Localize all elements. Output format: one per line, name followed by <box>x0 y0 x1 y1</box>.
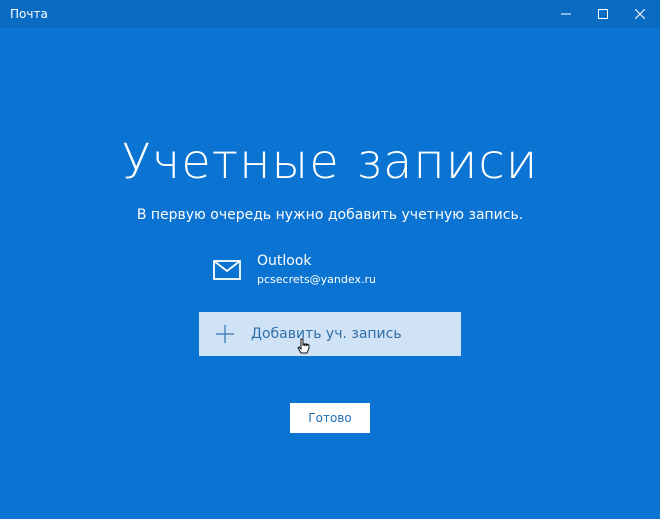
close-icon <box>635 9 645 19</box>
add-account-label: Добавить уч. запись <box>251 326 402 342</box>
minimize-button[interactable] <box>547 0 585 28</box>
plus-icon <box>216 325 234 343</box>
page-title: Учетные записи <box>121 134 539 190</box>
maximize-button[interactable] <box>584 0 622 28</box>
maximize-icon <box>598 9 608 19</box>
account-item-outlook[interactable]: Outlook pcsecrets@yandex.ru <box>213 252 458 294</box>
window-title: Почта <box>10 7 48 21</box>
hand-cursor-icon <box>297 338 310 354</box>
account-email: pcsecrets@yandex.ru <box>257 273 376 286</box>
instruction-text: В первую очередь нужно добавить учетную … <box>136 207 524 223</box>
mail-window: Почта Учетные записи В первую очередь ну… <box>0 0 660 519</box>
add-account-button[interactable]: Добавить уч. запись <box>199 312 461 356</box>
title-bar[interactable]: Почта <box>0 0 660 28</box>
account-name: Outlook <box>257 253 312 269</box>
done-button[interactable]: Готово <box>290 403 370 433</box>
close-button[interactable] <box>621 0 659 28</box>
minimize-icon <box>561 13 571 15</box>
mail-icon <box>213 260 241 280</box>
accounts-setup-page: Учетные записи В первую очередь нужно до… <box>0 28 660 519</box>
